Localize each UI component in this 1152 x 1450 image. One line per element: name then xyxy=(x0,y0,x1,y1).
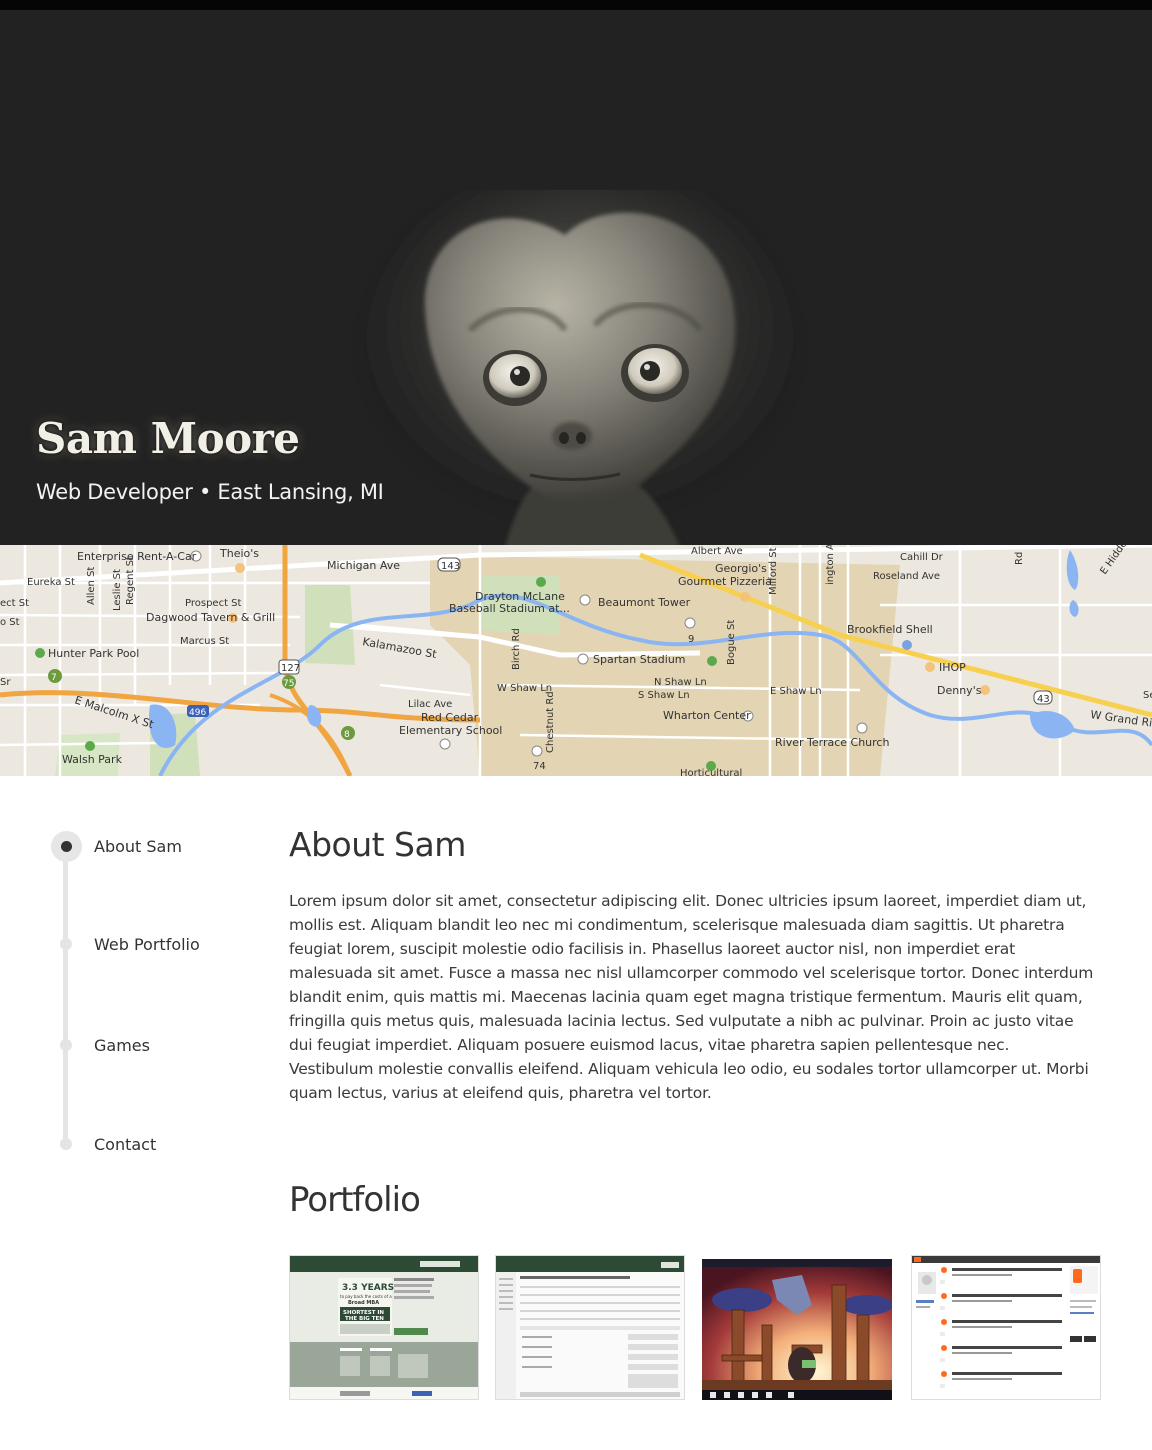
map-label: Walsh Park xyxy=(62,753,123,766)
map-label: Hunter Park Pool xyxy=(48,647,139,660)
location-map[interactable]: 143 127 75 7 496 8 43 Enterprise Rent-A-… xyxy=(0,545,1152,776)
nav-dot xyxy=(60,1138,72,1150)
top-bar xyxy=(0,0,1152,10)
map-label: Theio's xyxy=(219,547,259,560)
hero-subtitle: Web Developer • East Lansing, MI xyxy=(36,480,384,504)
map-label: 9 xyxy=(688,634,694,645)
map-label: Birch Rd xyxy=(511,628,522,670)
map-label: Baseball Stadium at... xyxy=(449,602,570,615)
hero-banner: Sam Moore Web Developer • East Lansing, … xyxy=(0,10,1152,545)
hero-name: Sam Moore xyxy=(36,414,300,463)
svg-text:3.3 YEARS: 3.3 YEARS xyxy=(342,1283,394,1293)
map-label: Cahill Dr xyxy=(900,552,944,563)
map-label: W Shaw Ln xyxy=(497,683,552,694)
map-label: Red Cedar xyxy=(421,711,479,724)
map-label: S Shaw Ln xyxy=(638,690,690,701)
map-label: Gourmet Pizzeria xyxy=(678,575,772,588)
nav-item-web-portfolio[interactable]: Web Portfolio xyxy=(50,930,250,960)
map-label: N Shaw Ln xyxy=(654,677,707,688)
portfolio-thumbnails: 3.3 YEARS to pay back the costs of a Bro… xyxy=(289,1255,1102,1400)
nav-item-label: Games xyxy=(94,1036,150,1055)
map-label: Dagwood Tavern & Grill xyxy=(146,611,275,624)
portfolio-thumb-social-app[interactable] xyxy=(911,1255,1101,1400)
map-label: Rd xyxy=(1014,552,1025,565)
map-label: Spartan Stadium xyxy=(593,653,686,666)
map-label: Regent St xyxy=(125,556,136,605)
map-label: Horticultural xyxy=(680,768,742,776)
map-label: Brookfield Shell xyxy=(847,623,933,636)
map-label: Beaumont Tower xyxy=(598,596,691,609)
portfolio-thumb-registration-site[interactable] xyxy=(495,1255,685,1400)
svg-text:127: 127 xyxy=(281,663,300,674)
portfolio-thumb-mba-site[interactable]: 3.3 YEARS to pay back the costs of a Bro… xyxy=(289,1255,479,1400)
map-label: Leslie St xyxy=(112,569,123,611)
svg-text:75: 75 xyxy=(283,679,294,689)
svg-text:143: 143 xyxy=(441,561,460,572)
svg-text:7: 7 xyxy=(51,673,57,683)
svg-text:THE BIG TEN: THE BIG TEN xyxy=(345,1316,384,1322)
map-label: ect St xyxy=(0,598,29,609)
map-label: Denny's xyxy=(937,684,982,697)
map-label: Marcus St xyxy=(180,636,229,647)
nav-item-label: About Sam xyxy=(94,837,182,856)
nav-item-contact[interactable]: Contact xyxy=(50,1130,250,1160)
map-label: Prospect St xyxy=(185,598,242,609)
svg-text:8: 8 xyxy=(344,730,350,740)
map-label: Enterprise Rent-A-Car xyxy=(77,550,197,563)
nav-dot xyxy=(60,938,72,950)
map-label: Lilac Ave xyxy=(408,699,452,710)
map-label: Albert Ave xyxy=(691,546,743,557)
nav-item-label: Contact xyxy=(94,1135,157,1154)
alien-avatar xyxy=(350,175,810,545)
nav-active-dot xyxy=(51,831,82,862)
map-label: Eureka St xyxy=(27,577,75,588)
portfolio-title: Portfolio xyxy=(289,1180,421,1220)
map-label: o St xyxy=(0,617,20,628)
svg-text:to pay back the costs of a: to pay back the costs of a xyxy=(340,1294,392,1299)
map-label: Sr xyxy=(0,677,11,688)
map-label: IHOP xyxy=(939,661,966,674)
map-label: River Terrace Church xyxy=(775,736,889,749)
nav-timeline-line xyxy=(63,844,68,1150)
map-label: Michigan Ave xyxy=(327,559,400,572)
map-label: Se xyxy=(1143,690,1152,701)
svg-text:43: 43 xyxy=(1037,694,1050,705)
nav-dot xyxy=(60,1039,72,1051)
nav-item-about[interactable]: About Sam xyxy=(50,831,250,862)
portfolio-thumb-game[interactable] xyxy=(702,1255,892,1400)
map-label: Roseland Ave xyxy=(873,571,940,582)
map-label: ington Ave xyxy=(825,545,836,585)
map-label: Bogue St xyxy=(726,620,737,665)
about-title: About Sam xyxy=(289,825,466,864)
nav-item-games[interactable]: Games xyxy=(50,1031,250,1061)
map-label: Georgio's xyxy=(715,562,767,575)
nav-item-label: Web Portfolio xyxy=(94,935,200,954)
section-nav: About Sam Web Portfolio Games Contact xyxy=(50,830,260,1160)
map-label: Chestnut Rd xyxy=(545,691,556,753)
map-label: E Shaw Ln xyxy=(770,686,822,697)
map-label: Milford St xyxy=(768,547,779,595)
map-label: Allen St xyxy=(86,567,97,605)
map-label: Elementary School xyxy=(399,724,502,737)
map-label: 74 xyxy=(533,761,546,772)
svg-text:496: 496 xyxy=(189,708,206,718)
map-label: Wharton Center xyxy=(663,709,751,722)
about-body: Lorem ipsum dolor sit amet, consectetur … xyxy=(289,892,1094,1102)
svg-text:Broad MBA: Broad MBA xyxy=(348,1300,379,1306)
